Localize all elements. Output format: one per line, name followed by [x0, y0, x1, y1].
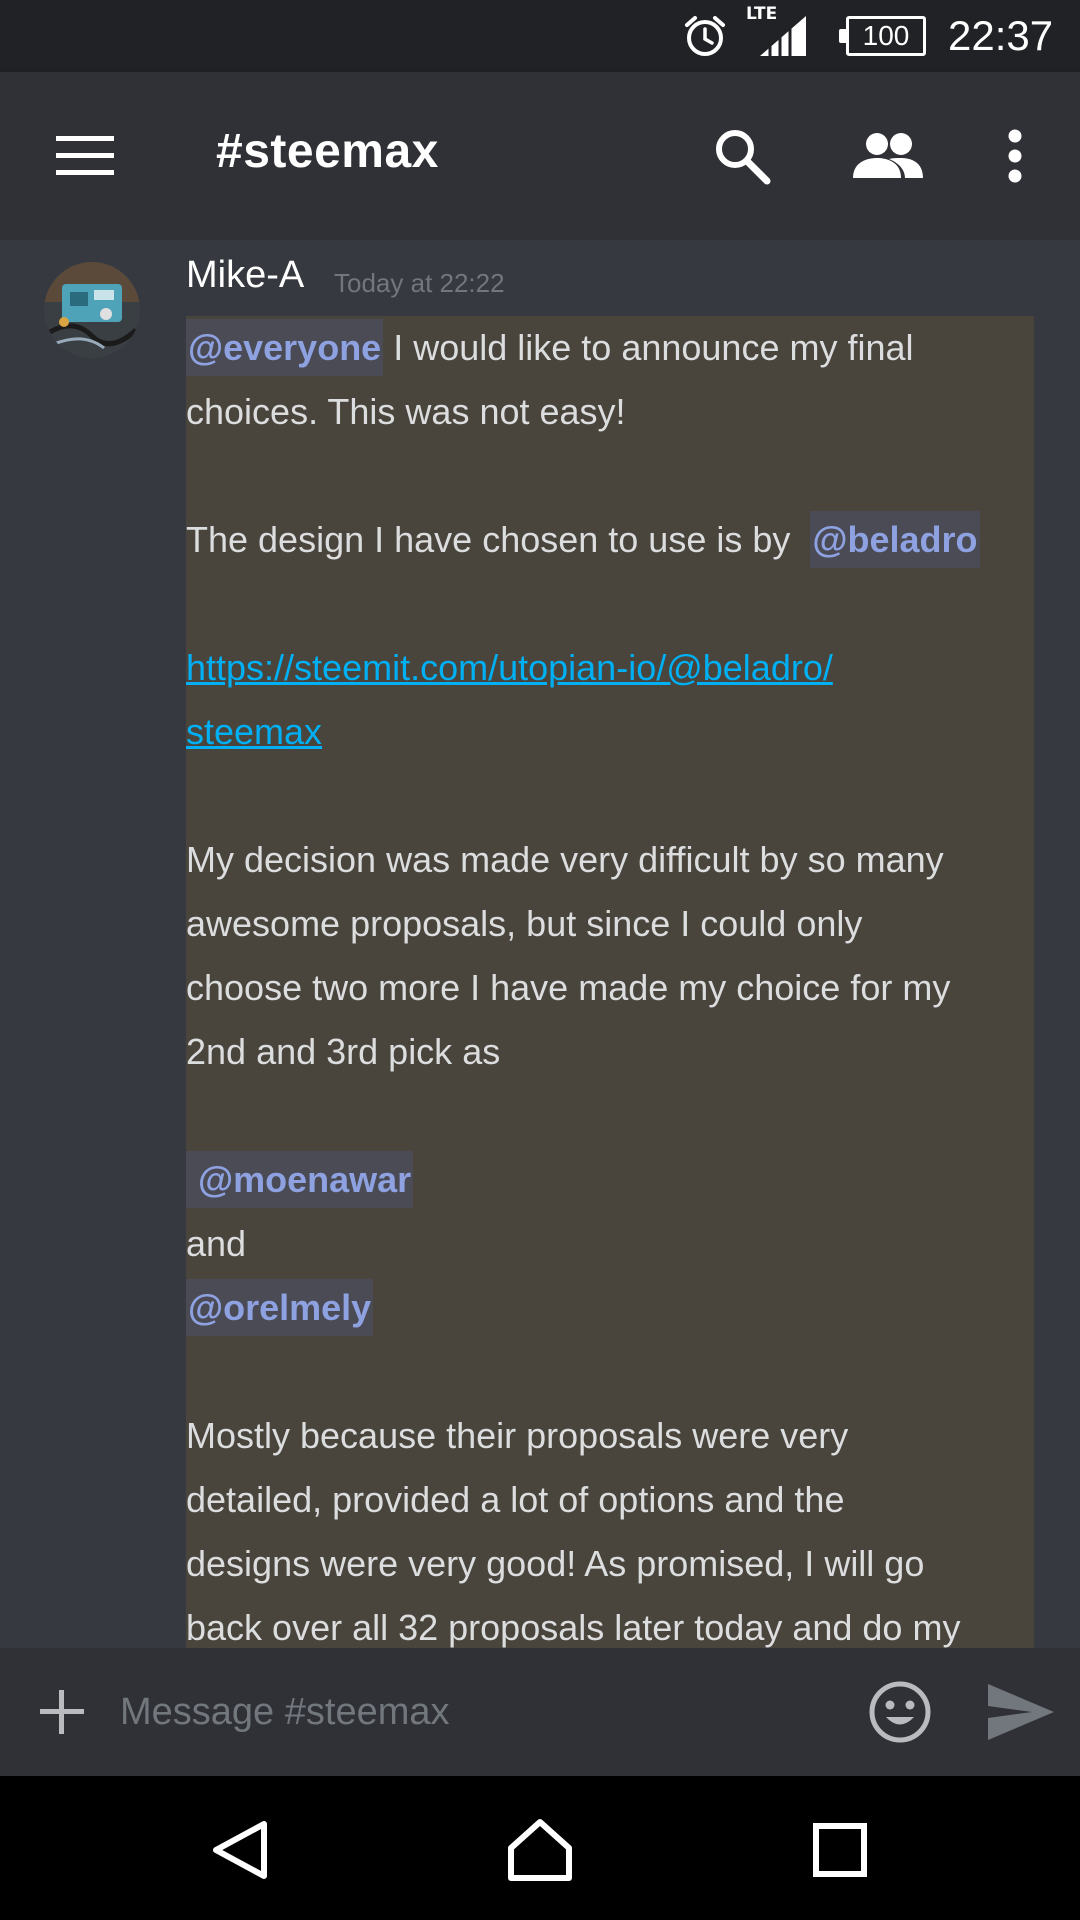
- send-button[interactable]: [986, 1682, 1056, 1742]
- message-line: https://steemit.com/utopian-io/@beladro/: [186, 636, 1034, 700]
- message-line: steemax: [186, 700, 1034, 764]
- message-line: @moenawar: [186, 1148, 1034, 1212]
- message-composer: [0, 1648, 1080, 1776]
- mention-orelmely[interactable]: @orelmely: [186, 1279, 374, 1336]
- members-button[interactable]: [846, 116, 930, 196]
- message-text: The design I have chosen to use is by: [186, 519, 811, 560]
- message-line: awesome proposals, but since I could onl…: [186, 903, 863, 944]
- alarm-clock-icon: [682, 0, 728, 72]
- message-line: and: [186, 1223, 247, 1264]
- status-bar: LTE 100 22:37: [0, 0, 1080, 72]
- message-author[interactable]: Mike-A: [186, 254, 304, 297]
- menu-button[interactable]: [40, 116, 130, 196]
- send-icon: [988, 1684, 1054, 1740]
- message-line: back over all 32 proposals later today a…: [186, 1607, 961, 1648]
- more-vertical-icon: [1008, 129, 1022, 183]
- emoji-button[interactable]: [866, 1678, 934, 1746]
- message-line: designs were very good! As promised, I w…: [186, 1543, 925, 1584]
- message-list[interactable]: Mike-A Today at 22:22 @everyone I would …: [0, 240, 1080, 1648]
- clock-time: 22:37: [948, 12, 1054, 59]
- avatar[interactable]: [44, 262, 140, 358]
- message-line: @everyone I would like to announce my fi…: [186, 316, 1034, 380]
- message-input[interactable]: [118, 1678, 818, 1746]
- mention-moenawar[interactable]: @moenawar: [186, 1151, 414, 1208]
- search-button[interactable]: [702, 116, 782, 196]
- home-icon: [508, 1819, 572, 1881]
- back-triangle-icon: [213, 1821, 267, 1879]
- battery-icon: 100: [839, 0, 926, 72]
- mention-beladro[interactable]: @beladro: [810, 511, 980, 568]
- recents-square-icon: [813, 1823, 867, 1877]
- channel-title[interactable]: #steemax: [216, 124, 439, 179]
- message-timestamp: Today at 22:22: [334, 268, 505, 298]
- message-line: choose two more I have made my choice fo…: [186, 967, 951, 1008]
- search-icon: [716, 130, 771, 185]
- message-line: detailed, provided a lot of options and …: [186, 1479, 845, 1520]
- more-options-button[interactable]: [990, 116, 1040, 196]
- nav-home-button[interactable]: [500, 1810, 580, 1890]
- steemit-link-continued[interactable]: steemax: [186, 711, 322, 752]
- nav-recents-button[interactable]: [800, 1810, 880, 1890]
- battery-level: 100: [839, 16, 926, 56]
- message-text: I would like to announce my final: [383, 327, 914, 368]
- emoji-icon: [869, 1681, 931, 1743]
- add-attachment-button[interactable]: [34, 1684, 90, 1740]
- steemit-link[interactable]: https://steemit.com/utopian-io/@beladro/: [186, 647, 833, 688]
- message-line: My decision was made very difficult by s…: [186, 839, 944, 880]
- message-line: The design I have chosen to use is by @b…: [186, 508, 1034, 572]
- signal-icon: [758, 0, 808, 72]
- message-content: @everyone I would like to announce my fi…: [186, 316, 1034, 1648]
- members-icon: [853, 133, 923, 178]
- nav-back-button[interactable]: [200, 1810, 280, 1890]
- message-line: Mostly because their proposals were very: [186, 1415, 849, 1456]
- message-line: 2nd and 3rd pick as: [186, 1031, 501, 1072]
- message-line: choices. This was not easy!: [186, 391, 626, 432]
- system-navigation-bar: [0, 1776, 1080, 1920]
- hamburger-menu-icon: [56, 136, 114, 175]
- mention-everyone[interactable]: @everyone: [186, 319, 384, 376]
- message-line: @orelmely: [186, 1276, 1034, 1340]
- plus-icon: [40, 1690, 84, 1734]
- app-header: #steemax: [0, 72, 1080, 240]
